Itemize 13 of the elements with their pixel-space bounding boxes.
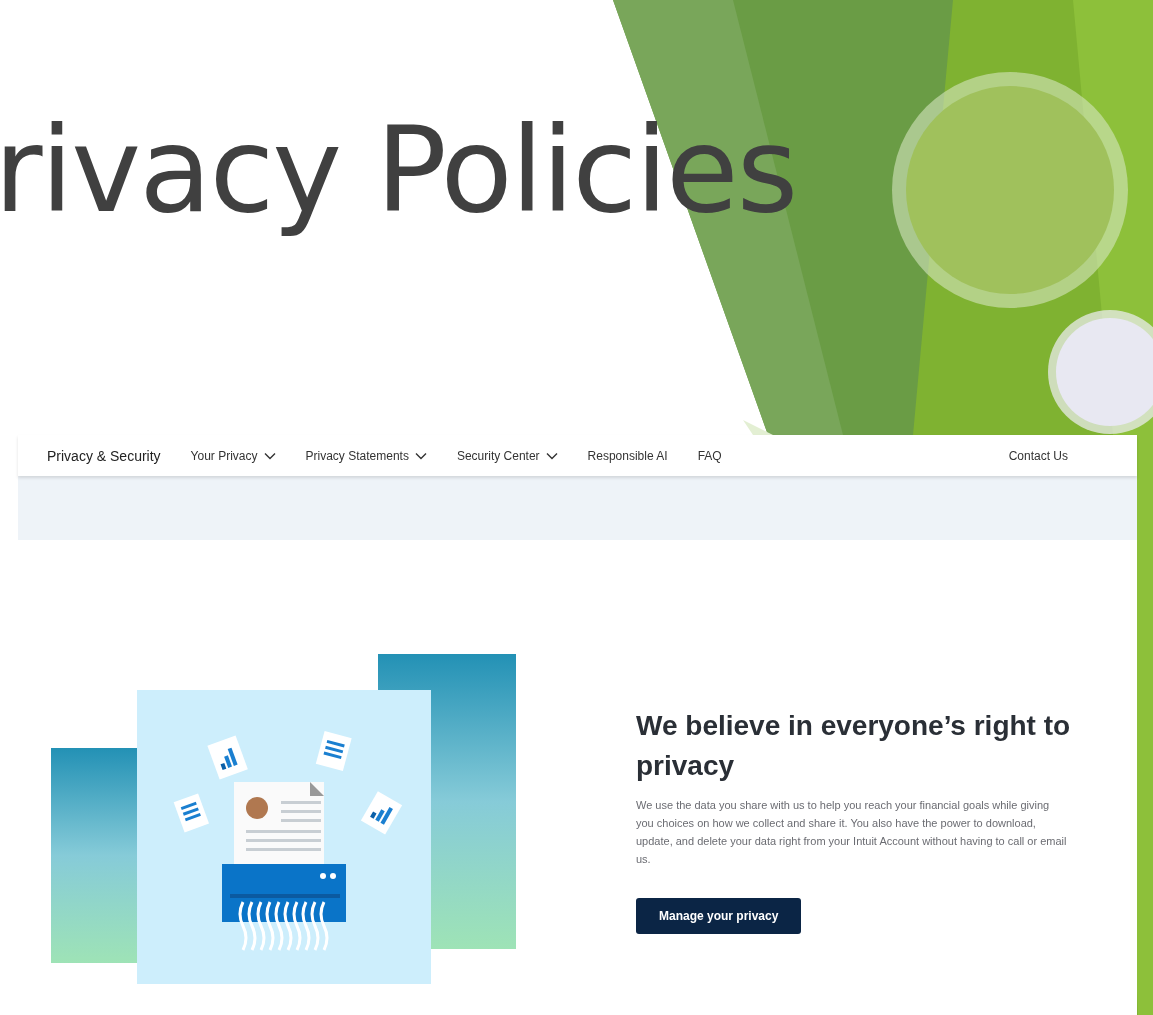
- nav-link[interactable]: Security Center: [456, 448, 558, 463]
- hero-paragraph: We use the data you share with us to help you reach your financial goals while giving you choices on how we collect and share it. You also have the power to download, update, and delete your data right from your Intuit Account without having to call or email us.: [636, 798, 1068, 867]
- nav-link[interactable]: Privacy Statements: [305, 448, 427, 463]
- nav-link[interactable]: FAQ: [697, 448, 722, 463]
- manage-privacy-button[interactable]: Manage your privacy: [636, 898, 802, 934]
- nav-link[interactable]: Your Privacy: [190, 448, 276, 463]
- hero-heading: We believe in everyone’s right to privacy: [636, 709, 1072, 783]
- brand-link[interactable]: Privacy & Security: [47, 447, 161, 464]
- contact-link[interactable]: Contact Us: [1008, 448, 1068, 463]
- chevron-down-icon: [263, 451, 276, 460]
- nav-link[interactable]: Responsible AI: [587, 448, 668, 463]
- chevron-down-icon: [545, 451, 558, 460]
- chevron-down-icon: [414, 451, 427, 460]
